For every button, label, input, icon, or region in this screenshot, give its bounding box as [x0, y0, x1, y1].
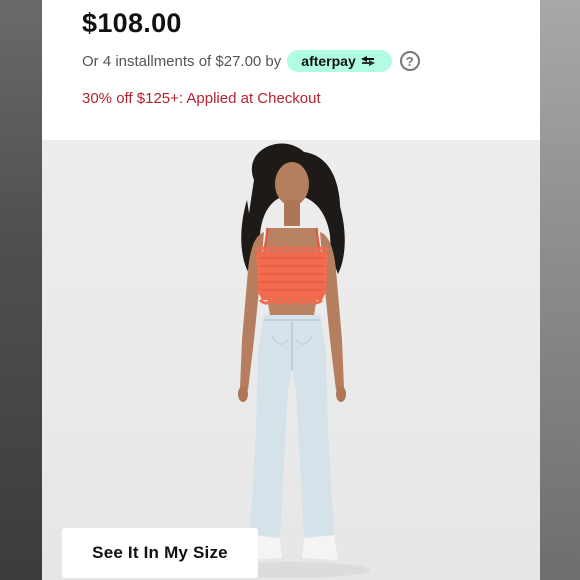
afterpay-badge[interactable]: afterpay [287, 50, 392, 72]
face [275, 162, 309, 206]
see-it-in-my-size-button[interactable]: See It In My Size [62, 528, 258, 578]
product-price: $108.00 [82, 8, 182, 38]
product-photo[interactable]: See It In My Size [42, 140, 540, 580]
promo-message: 30% off $125+: Applied at Checkout [82, 90, 321, 107]
right-backdrop [538, 0, 580, 580]
afterpay-label: afterpay [301, 53, 356, 69]
product-page: $108.00 Or 4 installments of $27.00 by a… [42, 0, 540, 580]
question-circle-icon[interactable]: ? [399, 51, 420, 71]
installments-row: Or 4 installments of $27.00 by afterpay … [82, 50, 420, 72]
afterpay-arrows-icon [360, 56, 375, 66]
neck [284, 200, 300, 226]
model-illustration [210, 143, 370, 578]
installments-text: Or 4 installments of $27.00 by [82, 52, 282, 70]
crop-top [256, 252, 328, 300]
price-section: $108.00 Or 4 installments of $27.00 by a… [42, 0, 540, 140]
screenshot-frame: $108.00 Or 4 installments of $27.00 by a… [0, 0, 580, 580]
right-shoe [302, 535, 338, 560]
left-backdrop [0, 0, 42, 580]
